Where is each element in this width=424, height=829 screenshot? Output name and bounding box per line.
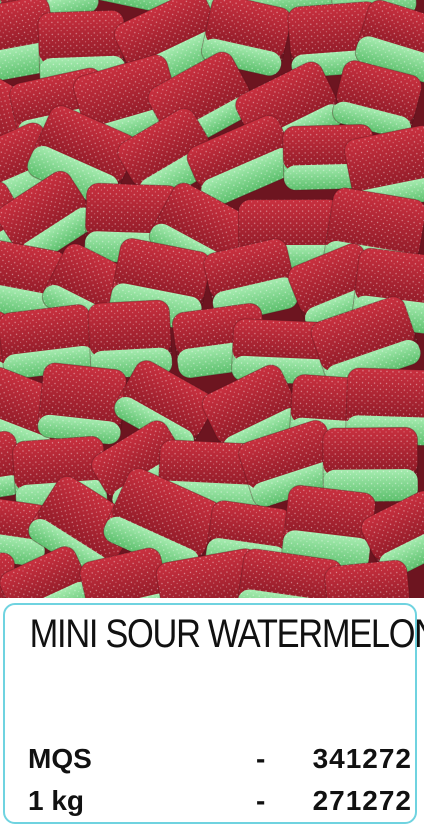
watermelon-candy-image bbox=[0, 0, 424, 598]
code-value: 341272 bbox=[312, 743, 412, 774]
product-photo bbox=[0, 0, 424, 598]
code-label: MQS bbox=[28, 743, 92, 774]
candy-piece bbox=[37, 362, 127, 445]
code-separator: - bbox=[256, 785, 266, 816]
code-separator: - bbox=[256, 743, 266, 774]
code-row-mqs: MQS - 341272 bbox=[28, 743, 412, 779]
code-row-1kg: 1 kg - 271272 bbox=[28, 785, 412, 821]
code-value: 271272 bbox=[312, 785, 412, 816]
code-label: 1 kg bbox=[28, 785, 85, 816]
product-title: MINI SOUR WATERMELON bbox=[29, 612, 424, 656]
